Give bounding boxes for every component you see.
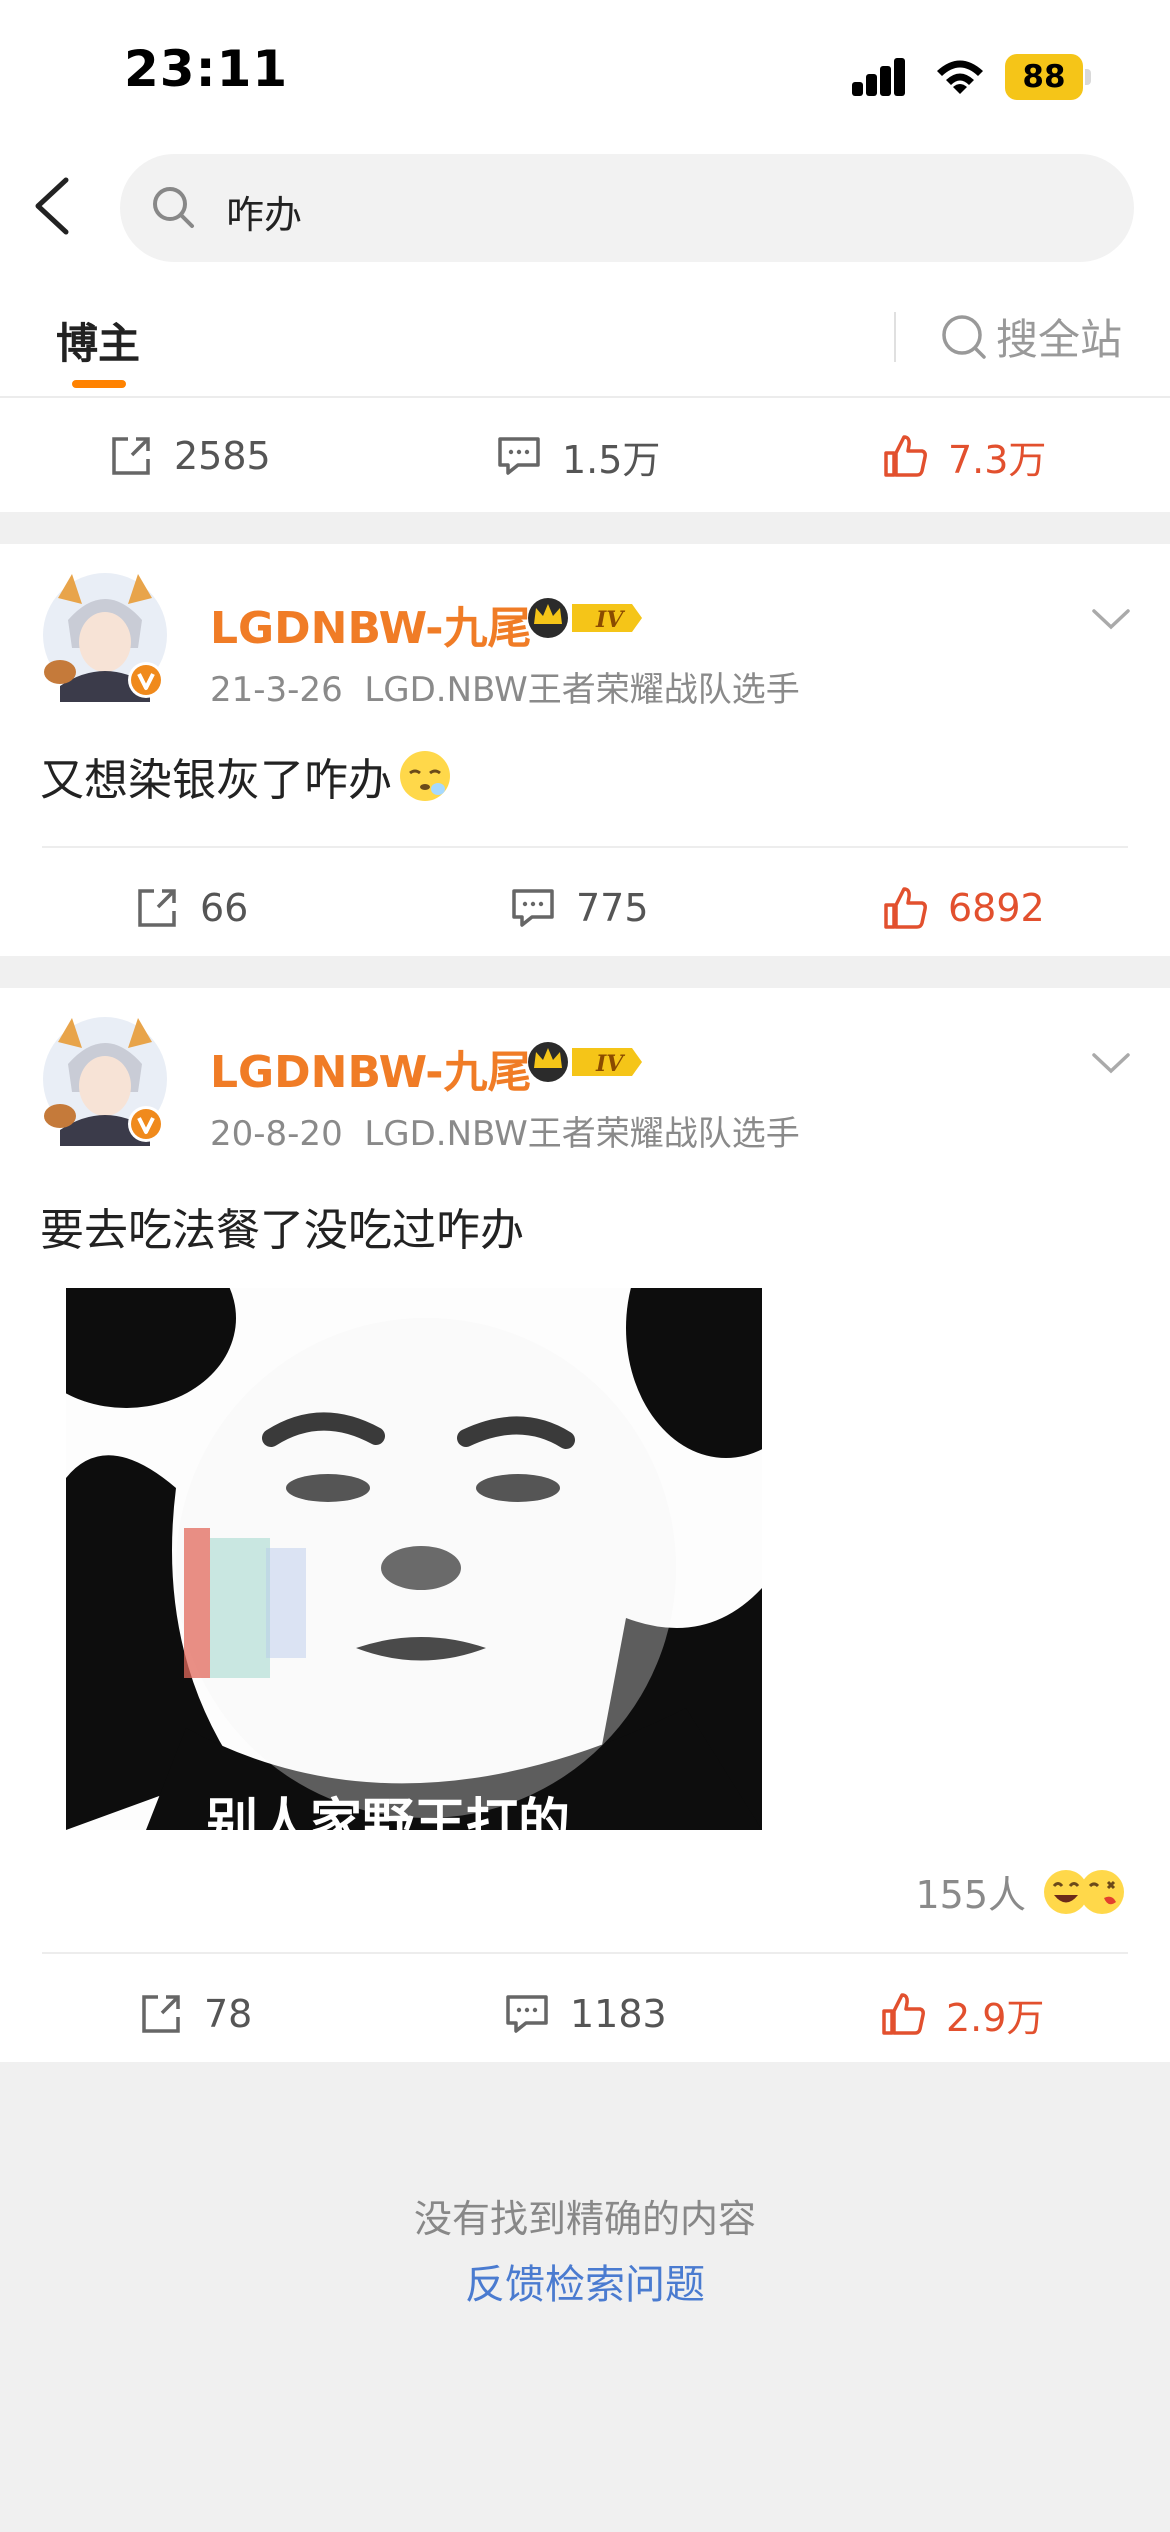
repost-count: 66 <box>200 886 249 930</box>
thumbs-up-icon <box>882 1993 925 2035</box>
section-gap <box>0 956 1170 988</box>
thumbs-up-icon <box>884 435 927 477</box>
comment-icon <box>512 889 554 927</box>
member-crown-icon: IV <box>528 1042 642 1082</box>
like-button[interactable]: 7.3万 <box>882 408 1046 504</box>
divider <box>42 846 1128 848</box>
search-icon <box>942 314 986 359</box>
username[interactable]: LGDNBW-九尾 <box>210 592 531 656</box>
comment-button[interactable]: 775 <box>510 860 649 956</box>
comment-icon <box>506 1995 548 2033</box>
share-icon <box>112 437 150 475</box>
post-image[interactable]: 别人家野王打的 <box>66 1288 762 1830</box>
thumbs-up-icon <box>884 887 927 929</box>
post-actions: 66 775 6892 <box>0 860 1170 956</box>
battery-level: 88 <box>1005 54 1083 100</box>
signal-icon <box>852 56 916 96</box>
comment-button[interactable]: 1183 <box>504 1966 667 2062</box>
back-arrow-icon[interactable] <box>30 176 74 236</box>
repost-button[interactable]: 2585 <box>108 408 271 504</box>
repost-count: 2585 <box>174 434 271 478</box>
tab-divider <box>894 312 896 362</box>
reaction-count: 155人 <box>915 1873 1026 1917</box>
post-text: 要去吃法餐了没吃过咋办 <box>40 1205 524 1256</box>
comment-count: 1183 <box>570 1992 667 2036</box>
sleepy-emoji-icon <box>400 751 450 801</box>
comment-icon <box>498 437 540 475</box>
avatar[interactable] <box>38 568 172 702</box>
reactions-summary[interactable]: 155人 <box>915 1864 1126 1919</box>
repost-button[interactable]: 66 <box>134 860 248 956</box>
like-button[interactable]: 6892 <box>882 860 1045 956</box>
like-count: 2.9万 <box>946 1995 1045 2040</box>
svg-text:IV: IV <box>595 607 625 633</box>
post-card[interactable]: LGDNBW-九尾 IV 21-3-26 LGD.NBW王者荣耀战队选手 又想染… <box>0 544 1170 956</box>
results-footer: 没有找到精确的内容 反馈检索问题 <box>0 2062 1170 2532</box>
post-text-body: 又想染银灰了咋办 <box>40 755 392 806</box>
tab-bloggers[interactable]: 博主 <box>56 310 140 371</box>
avatar[interactable] <box>38 1012 172 1146</box>
comment-count: 775 <box>576 886 649 930</box>
comment-button[interactable]: 1.5万 <box>496 408 660 504</box>
site-search-label: 搜全站 <box>996 315 1123 364</box>
post-actions: 78 1183 2.9万 <box>0 1966 1170 2062</box>
post-date: 21-3-26 <box>210 670 343 710</box>
user-bio: LGD.NBW王者荣耀战队选手 <box>364 670 800 710</box>
post-actions: 2585 1.5万 7.3万 <box>0 408 1170 504</box>
tab-indicator <box>72 380 126 388</box>
search-query: 咋办 <box>226 193 303 237</box>
repost-button[interactable]: 78 <box>138 1966 252 2062</box>
chevron-down-icon[interactable] <box>1090 1050 1132 1076</box>
post-meta: 20-8-20 LGD.NBW王者荣耀战队选手 <box>210 1106 800 1155</box>
image-caption: 别人家野王打的 <box>206 1794 571 1830</box>
status-time: 23:11 <box>124 40 289 98</box>
share-icon <box>142 1995 180 2033</box>
chevron-down-icon[interactable] <box>1090 606 1132 632</box>
post-meta: 21-3-26 LGD.NBW王者荣耀战队选手 <box>210 662 800 711</box>
status-bar: 23:11 88 <box>0 0 1170 140</box>
panda-meme-image <box>66 1288 762 1830</box>
member-crown-icon: IV <box>528 598 642 638</box>
search-input[interactable]: 咋办 <box>120 154 1134 262</box>
search-icon <box>153 187 194 228</box>
kiss-emoji-icon <box>1080 1869 1124 1914</box>
feedback-link[interactable]: 反馈检索问题 <box>0 2252 1170 2310</box>
user-bio: LGD.NBW王者荣耀战队选手 <box>364 1114 800 1154</box>
like-count: 7.3万 <box>948 437 1047 482</box>
site-search-button[interactable]: 搜全站 <box>938 306 1122 367</box>
post-date: 20-8-20 <box>210 1114 343 1154</box>
username[interactable]: LGDNBW-九尾 <box>210 1036 531 1100</box>
search-header: 咋办 <box>0 140 1170 270</box>
repost-count: 78 <box>204 1992 253 2036</box>
svg-text:IV: IV <box>595 1051 625 1077</box>
post-text: 又想染银灰了咋办 <box>40 744 452 808</box>
battery-icon: 88 <box>1005 54 1091 100</box>
divider <box>42 1952 1128 1954</box>
share-icon <box>138 889 176 927</box>
like-button[interactable]: 2.9万 <box>880 1966 1044 2062</box>
section-gap <box>0 512 1170 544</box>
tab-bar: 博主 搜全站 <box>0 270 1170 398</box>
comment-count: 1.5万 <box>562 437 661 482</box>
no-results-text: 没有找到精确的内容 <box>413 2197 756 2241</box>
wifi-icon <box>937 60 983 94</box>
like-count: 6892 <box>948 886 1045 930</box>
